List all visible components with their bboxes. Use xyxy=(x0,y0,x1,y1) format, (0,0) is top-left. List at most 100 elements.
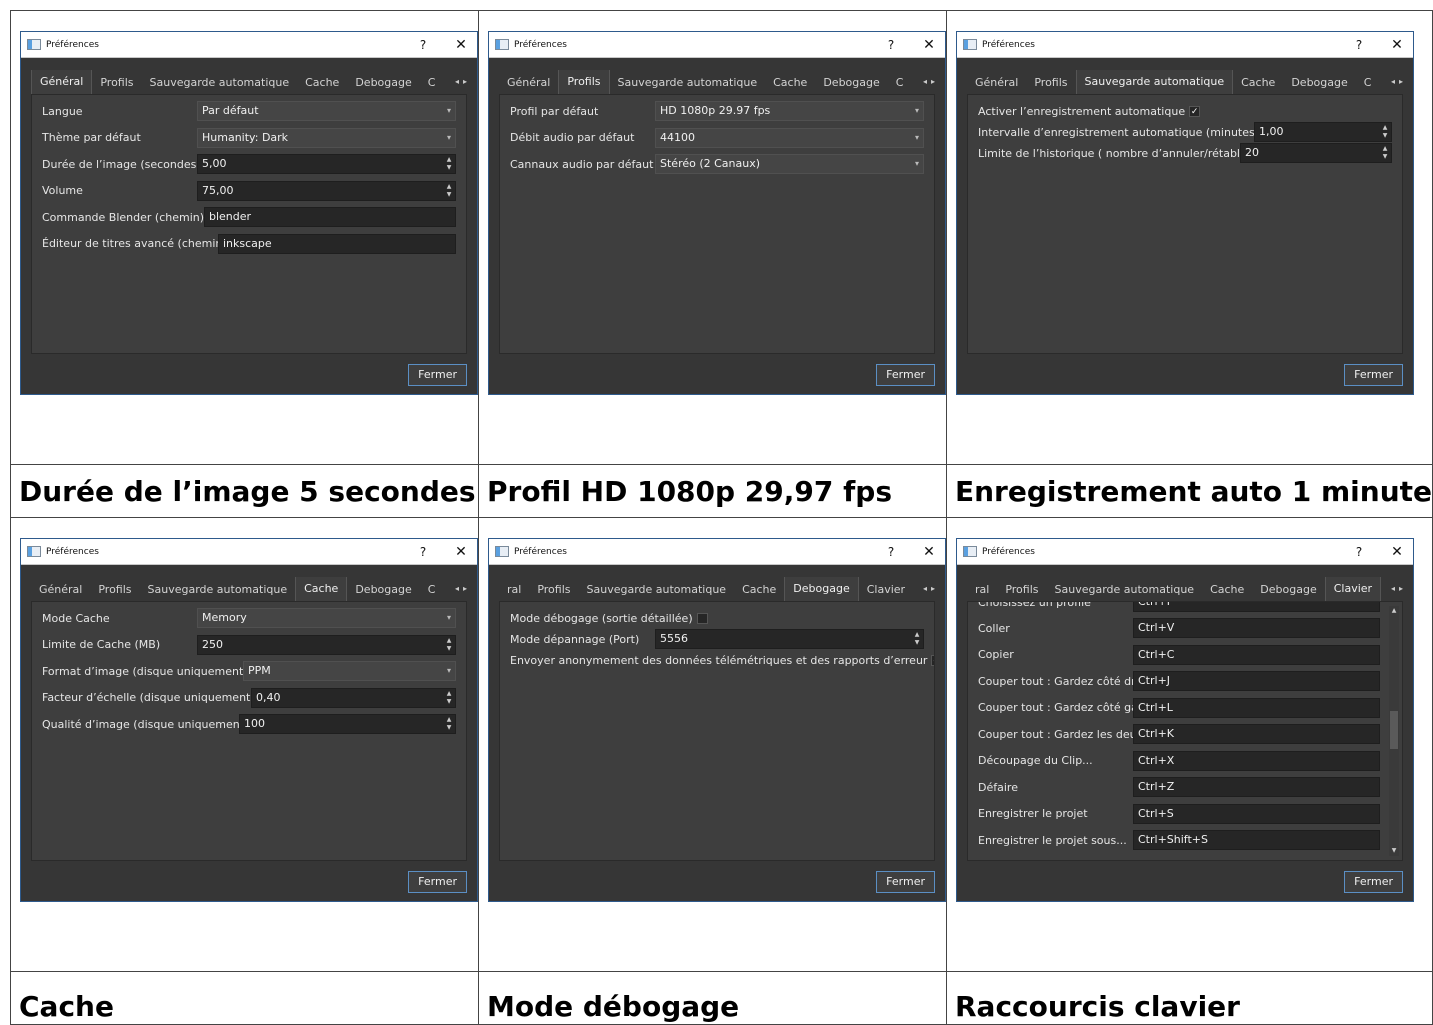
setting-input[interactable]: Ctrl+S xyxy=(1133,803,1380,824)
tab-4[interactable]: Debogage xyxy=(815,72,887,94)
setting-spinbox[interactable]: 100 ▲ ▼ xyxy=(239,714,456,734)
setting-input[interactable]: Ctrl+L xyxy=(1133,697,1380,718)
fermer-button[interactable]: Fermer xyxy=(408,364,467,386)
tab-0[interactable]: Général xyxy=(967,72,1026,94)
tab-scroll-left-icon[interactable]: ◂ xyxy=(921,581,929,597)
setting-spinbox[interactable]: 5,00 ▲ ▼ xyxy=(197,154,456,174)
tab-2[interactable]: Sauvegarde automatique xyxy=(140,579,296,601)
tab-3[interactable]: Cache xyxy=(1202,579,1252,601)
setting-input[interactable]: Ctrl+Shift+S xyxy=(1133,830,1380,850)
tab-0[interactable]: Général xyxy=(31,70,93,94)
setting-spinbox[interactable]: 250 ▲ ▼ xyxy=(197,634,456,655)
help-button[interactable]: ? xyxy=(1349,545,1369,559)
spin-arrows-icon[interactable]: ▲ ▼ xyxy=(445,183,453,199)
tab-scroll-left-icon[interactable]: ◂ xyxy=(1389,74,1397,90)
tab-4[interactable]: Debogage xyxy=(347,579,419,601)
spin-arrows-icon[interactable]: ▲ ▼ xyxy=(445,637,453,653)
shortcut-field[interactable]: Ctrl+P xyxy=(1133,602,1380,612)
scrollbar-thumb[interactable] xyxy=(1390,711,1398,749)
spin-arrows-icon[interactable]: ▲ ▼ xyxy=(1381,124,1389,140)
setting-dropdown[interactable]: PPM ▾ xyxy=(243,661,456,681)
tab-2[interactable]: Sauvegarde automatique xyxy=(142,72,298,94)
fermer-button[interactable]: Fermer xyxy=(1344,871,1403,893)
setting-input[interactable]: blender xyxy=(204,207,456,227)
help-button[interactable]: ? xyxy=(881,38,901,52)
tab-1[interactable]: Profils xyxy=(997,579,1046,601)
scroll-up-icon[interactable]: ▲ xyxy=(1389,606,1399,616)
setting-input[interactable]: Ctrl+Z xyxy=(1133,777,1380,797)
tab-0[interactable]: Général xyxy=(31,579,90,601)
tab-3[interactable]: Cache xyxy=(295,577,348,601)
tab-scroll-right-icon[interactable]: ▸ xyxy=(929,581,937,597)
close-icon[interactable]: ✕ xyxy=(1387,544,1407,560)
close-icon[interactable]: ✕ xyxy=(451,544,471,560)
setting-checkbox[interactable]: ✓ xyxy=(931,654,934,666)
tab-5[interactable]: C xyxy=(420,72,444,94)
tab-3[interactable]: Cache xyxy=(765,72,815,94)
tab-5[interactable]: C xyxy=(420,579,444,601)
tab-scroll-right-icon[interactable]: ▸ xyxy=(929,74,937,90)
spin-arrows-icon[interactable]: ▲ ▼ xyxy=(445,716,453,732)
vertical-scrollbar[interactable]: ▲ ▼ xyxy=(1389,606,1399,856)
spin-arrows-icon[interactable]: ▲ ▼ xyxy=(1381,145,1389,161)
setting-spinbox[interactable]: 5556 ▲ ▼ xyxy=(655,629,924,649)
tab-3[interactable]: Cache xyxy=(1233,72,1283,94)
tab-2[interactable]: Sauvegarde automatique xyxy=(579,579,735,601)
tab-1[interactable]: Profils xyxy=(529,579,578,601)
help-button[interactable]: ? xyxy=(413,38,433,52)
help-button[interactable]: ? xyxy=(1349,38,1369,52)
tab-4[interactable]: Debogage xyxy=(1252,579,1324,601)
tab-scroll-left-icon[interactable]: ◂ xyxy=(921,74,929,90)
tab-5[interactable]: Clavier xyxy=(859,579,913,601)
spin-arrows-icon[interactable]: ▲ ▼ xyxy=(913,631,921,647)
setting-spinbox[interactable]: 0,40 ▲ ▼ xyxy=(251,687,456,708)
setting-dropdown[interactable]: Par défaut ▾ xyxy=(197,101,456,121)
fermer-button[interactable]: Fermer xyxy=(876,364,935,386)
close-icon[interactable]: ✕ xyxy=(1387,37,1407,53)
tab-5[interactable]: Clavier xyxy=(1324,577,1382,601)
setting-input[interactable]: Ctrl+K xyxy=(1133,724,1380,744)
setting-input[interactable]: Ctrl+C xyxy=(1133,644,1380,665)
fermer-button[interactable]: Fermer xyxy=(1344,364,1403,386)
setting-dropdown[interactable]: 44100 ▾ xyxy=(655,127,924,148)
tab-scroll-left-icon[interactable]: ◂ xyxy=(453,74,461,90)
tab-2[interactable]: Sauvegarde automatique xyxy=(610,72,766,94)
close-icon[interactable]: ✕ xyxy=(451,37,471,53)
setting-input[interactable]: Ctrl+X xyxy=(1133,750,1380,771)
help-button[interactable]: ? xyxy=(881,545,901,559)
setting-dropdown[interactable]: HD 1080p 29.97 fps ▾ xyxy=(655,101,924,121)
tab-scroll-right-icon[interactable]: ▸ xyxy=(1397,581,1405,597)
tab-4[interactable]: Debogage xyxy=(784,577,859,601)
help-button[interactable]: ? xyxy=(413,545,433,559)
fermer-button[interactable]: Fermer xyxy=(408,871,467,893)
setting-checkbox[interactable] xyxy=(696,612,708,624)
close-icon[interactable]: ✕ xyxy=(919,544,939,560)
setting-dropdown[interactable]: Stéréo (2 Canaux) ▾ xyxy=(655,154,924,174)
setting-input[interactable]: Ctrl+V xyxy=(1133,618,1380,638)
tab-0[interactable]: ral xyxy=(499,579,529,601)
fermer-button[interactable]: Fermer xyxy=(876,871,935,893)
spin-arrows-icon[interactable]: ▲ ▼ xyxy=(445,690,453,706)
tab-scroll-left-icon[interactable]: ◂ xyxy=(1389,581,1397,597)
tab-4[interactable]: Debogage xyxy=(1283,72,1355,94)
tab-scroll-right-icon[interactable]: ▸ xyxy=(461,581,469,597)
tab-2[interactable]: Sauvegarde automatique xyxy=(1075,70,1234,94)
setting-input[interactable]: inkscape xyxy=(218,233,456,254)
tab-scroll-right-icon[interactable]: ▸ xyxy=(461,74,469,90)
tab-2[interactable]: Sauvegarde automatique xyxy=(1047,579,1203,601)
setting-spinbox[interactable]: 1,00 ▲ ▼ xyxy=(1254,122,1392,142)
setting-dropdown[interactable]: Memory ▾ xyxy=(197,608,456,628)
scroll-down-icon[interactable]: ▼ xyxy=(1389,846,1399,856)
tab-5[interactable]: C xyxy=(1356,72,1380,94)
tab-0[interactable]: Général xyxy=(499,72,558,94)
tab-scroll-left-icon[interactable]: ◂ xyxy=(453,581,461,597)
tab-1[interactable]: Profils xyxy=(558,70,610,94)
tab-3[interactable]: Cache xyxy=(297,72,347,94)
tab-0[interactable]: ral xyxy=(967,579,997,601)
tab-4[interactable]: Debogage xyxy=(347,72,419,94)
setting-spinbox[interactable]: 20 ▲ ▼ xyxy=(1240,143,1392,163)
setting-checkbox[interactable]: ✓ xyxy=(1189,105,1201,117)
spin-arrows-icon[interactable]: ▲ ▼ xyxy=(445,156,453,172)
close-icon[interactable]: ✕ xyxy=(919,37,939,53)
tab-1[interactable]: Profils xyxy=(1026,72,1075,94)
